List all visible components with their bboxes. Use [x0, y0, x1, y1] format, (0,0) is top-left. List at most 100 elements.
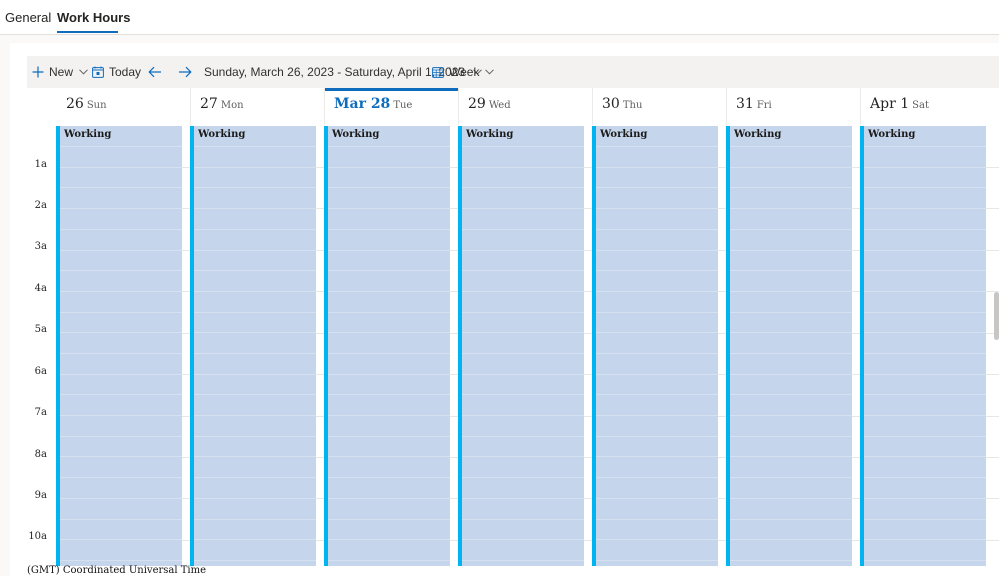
slot-gridline: [60, 229, 182, 230]
slot-gridline: [328, 560, 450, 561]
day-name: Thu: [622, 100, 643, 111]
slot-gridline: [328, 291, 450, 292]
tab-general[interactable]: General: [5, 10, 51, 25]
event-accent-bar: [324, 126, 328, 566]
slot-gridline: [864, 208, 986, 209]
slot-gridline: [328, 394, 450, 395]
slot-gridline: [730, 146, 852, 147]
slot-gridline: [864, 374, 986, 375]
slot-gridline: [60, 167, 182, 168]
new-button[interactable]: New: [32, 56, 88, 88]
slot-gridline: [462, 539, 584, 540]
slot-gridline: [328, 353, 450, 354]
slot-gridline: [60, 456, 182, 457]
today-button-label: Today: [109, 65, 142, 79]
slot-gridline: [328, 415, 450, 416]
day-header-fri[interactable]: 31 Fri: [727, 88, 861, 125]
slot-gridline: [462, 291, 584, 292]
slot-gridline: [730, 208, 852, 209]
slot-gridline: [328, 270, 450, 271]
day-number: 27: [200, 96, 218, 112]
slot-gridline: [596, 374, 718, 375]
slot-gridline: [194, 498, 316, 499]
day-header-wed[interactable]: 29 Wed: [459, 88, 593, 125]
event-accent-bar: [458, 126, 462, 566]
working-block-thu[interactable]: Working: [592, 126, 718, 566]
hour-label: 8a: [34, 449, 47, 460]
event-accent-bar: [190, 126, 194, 566]
working-block-fri[interactable]: Working: [726, 126, 852, 566]
slot-gridline: [596, 332, 718, 333]
slot-gridline: [864, 394, 986, 395]
tab-work-hours[interactable]: Work Hours: [57, 10, 130, 25]
slot-gridline: [596, 208, 718, 209]
slot-gridline: [462, 250, 584, 251]
slot-gridline: [730, 312, 852, 313]
slot-gridline: [462, 353, 584, 354]
day-header-sat[interactable]: Apr 1 Sat: [861, 88, 999, 125]
day-number: Mar 28: [334, 96, 391, 112]
slot-gridline: [864, 415, 986, 416]
slot-gridline: [462, 208, 584, 209]
slot-gridline: [462, 332, 584, 333]
slot-gridline: [730, 250, 852, 251]
previous-week-button[interactable]: [148, 56, 162, 88]
slot-gridline: [864, 498, 986, 499]
slot-gridline: [60, 146, 182, 147]
calendar-toolbar: New Today Sunday, March 26, 2023 - Satur…: [27, 56, 999, 88]
slot-gridline: [864, 539, 986, 540]
today-button[interactable]: Today: [92, 56, 141, 88]
slot-gridline: [462, 560, 584, 561]
slot-gridline: [596, 394, 718, 395]
working-block-wed[interactable]: Working: [458, 126, 584, 566]
day-header-mon[interactable]: 27 Mon: [191, 88, 325, 125]
working-block-sun[interactable]: Working: [56, 126, 182, 566]
hour-label: 10a: [28, 531, 47, 542]
slot-gridline: [596, 560, 718, 561]
next-week-button[interactable]: [178, 56, 192, 88]
slot-gridline: [864, 146, 986, 147]
slot-gridline: [864, 291, 986, 292]
arrow-left-icon: [148, 66, 162, 78]
slot-gridline: [328, 374, 450, 375]
slot-gridline: [864, 312, 986, 313]
day-name: Wed: [488, 100, 511, 111]
day-header-sun[interactable]: 26 Sun: [57, 88, 191, 125]
slot-gridline: [328, 498, 450, 499]
slot-gridline: [596, 415, 718, 416]
vertical-scrollbar[interactable]: [994, 292, 999, 340]
working-block-mon[interactable]: Working: [190, 126, 316, 566]
chevron-down-icon[interactable]: [79, 69, 88, 75]
slot-gridline: [730, 477, 852, 478]
slot-gridline: [864, 187, 986, 188]
day-header-tue-today[interactable]: Mar 28 Tue: [325, 88, 459, 125]
hour-label: 3a: [34, 241, 47, 252]
date-range-label: Sunday, March 26, 2023 - Saturday, April…: [204, 65, 466, 79]
day-name: Mon: [220, 100, 244, 111]
hour-label: 5a: [34, 324, 47, 335]
slot-gridline: [328, 519, 450, 520]
hour-label: 7a: [34, 407, 47, 418]
event-accent-bar: [56, 126, 60, 566]
week-time-grid: 1a 2a 3a 4a 5a 6a 7a 8a 9a 10a Working W…: [27, 126, 999, 566]
event-title: Working: [64, 129, 112, 140]
working-block-tue[interactable]: Working: [324, 126, 450, 566]
slot-gridline: [596, 519, 718, 520]
event-title: Working: [734, 129, 782, 140]
slot-gridline: [864, 560, 986, 561]
settings-tabs: General Work Hours: [0, 0, 999, 35]
slot-gridline: [730, 187, 852, 188]
slot-gridline: [60, 436, 182, 437]
view-label: Week: [449, 65, 480, 79]
slot-gridline: [462, 270, 584, 271]
slot-gridline: [60, 312, 182, 313]
day-header-thu[interactable]: 30 Thu: [593, 88, 727, 125]
today-indicator: [325, 88, 458, 91]
working-block-sat[interactable]: Working: [860, 126, 986, 566]
timezone-label: (GMT) Coordinated Universal Time: [27, 565, 207, 576]
slot-gridline: [60, 208, 182, 209]
day-number: 29: [468, 96, 486, 112]
view-switcher-button[interactable]: Week: [432, 56, 495, 88]
hour-label: 6a: [34, 366, 47, 377]
slot-gridline: [462, 167, 584, 168]
